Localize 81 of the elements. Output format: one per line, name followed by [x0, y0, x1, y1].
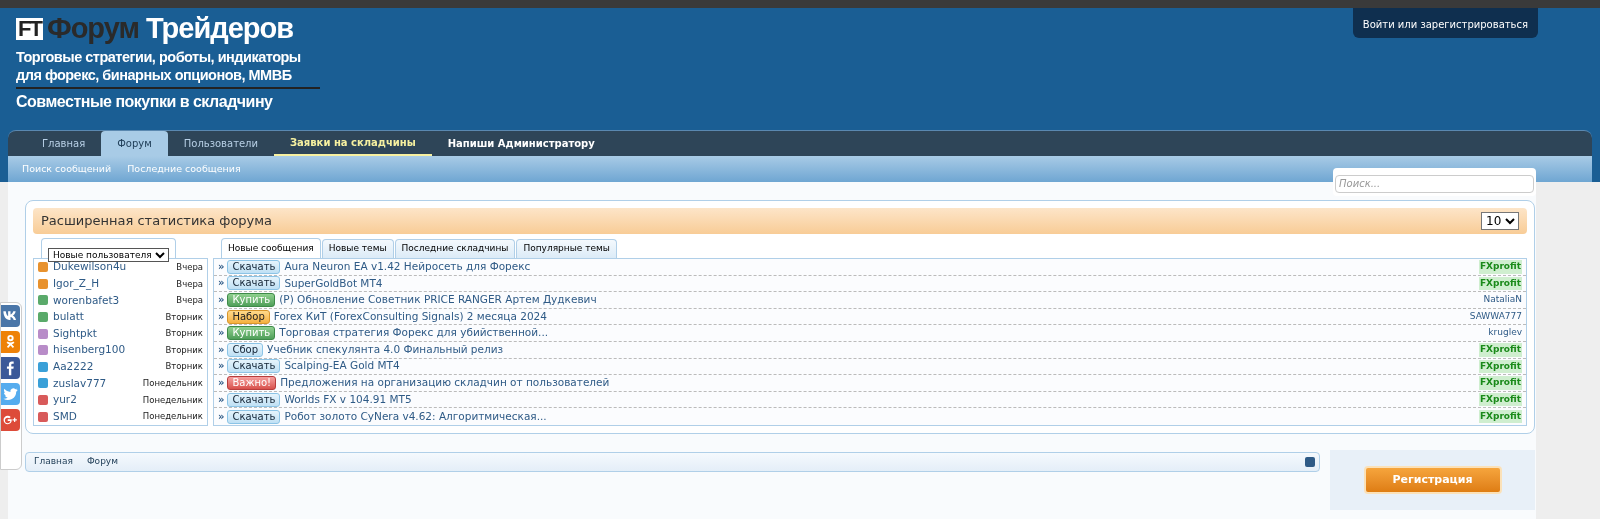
join-date: Вторник	[165, 327, 203, 341]
join-date: Вторник	[165, 360, 203, 374]
stats-tab[interactable]: Новые темы	[321, 239, 394, 258]
user-link[interactable]: Dukewilson4u	[53, 259, 172, 276]
user-link[interactable]: yur2	[53, 392, 138, 408]
double-chevron-icon: »	[218, 311, 225, 322]
double-chevron-icon: »	[218, 344, 225, 355]
logo-tagline: Торговые стратегии, роботы, индикаторы для форекс, бинарных опционов, ММВБ	[16, 48, 302, 84]
double-chevron-icon: »	[218, 261, 225, 272]
author-link[interactable]: FXprofit	[1478, 260, 1522, 274]
prefix-badge: Купить	[227, 293, 276, 307]
topic-link[interactable]: SuperGoldBot MT4	[284, 275, 1476, 292]
topic-link[interactable]: (P) Обновление Советник PRICE RANGER Артем Дудкевич	[279, 292, 1481, 308]
double-chevron-icon: »	[218, 278, 225, 289]
double-chevron-icon: »	[218, 295, 225, 305]
vk-icon[interactable]	[1, 305, 20, 327]
stats-tab[interactable]: Последние складчины	[394, 239, 516, 258]
topic-link[interactable]: Предложения на организацию складчин от пользователей	[280, 375, 1476, 391]
prefix-badge: Скачать	[227, 359, 281, 374]
prefix-badge: Важно!	[227, 375, 277, 390]
prefix-badge: Скачать	[227, 409, 281, 424]
topic-link[interactable]: Торговая стратегия Форекс для убийственной...	[279, 325, 1486, 342]
logo-slogan: Совместные покупки в складчину	[16, 92, 274, 112]
topic-link[interactable]: Учебник спекулянта 4.0 Финальный релиз	[267, 341, 1476, 358]
prefix-badge: Набор	[227, 309, 270, 324]
search-field[interactable]: Поиск...	[1335, 174, 1534, 193]
author-link[interactable]: SAWWA777	[1469, 309, 1522, 324]
double-chevron-icon: »	[218, 411, 225, 422]
prefix-badge: Купить	[227, 326, 276, 341]
user-link[interactable]: Aa2222	[53, 359, 161, 375]
logo-mark: FT	[16, 17, 43, 40]
topic-link[interactable]: Worlds FX v 104.91 MT5	[284, 391, 1476, 408]
double-chevron-icon: »	[218, 328, 225, 339]
user-link[interactable]: Sightpkt	[53, 325, 161, 342]
breadcrumb-link[interactable]: Форум	[86, 455, 118, 469]
join-date: Понедельник	[142, 377, 203, 390]
user-link[interactable]: Igor_Z_H	[53, 276, 172, 292]
topic-link[interactable]: Aura Neuron EA v1.42 Нейросеть для Форекс	[284, 258, 1476, 275]
prefix-badge: Скачать	[227, 276, 281, 291]
stats-tab[interactable]: Популярные темы	[516, 239, 617, 258]
nav-tab[interactable]: Главная	[26, 131, 102, 156]
topic-link[interactable]: Робот золото CyNera v4.62: Алгоритмическая...	[284, 408, 1476, 425]
join-date: Вторник	[165, 343, 203, 357]
user-link[interactable]: bulatt	[53, 309, 161, 325]
double-chevron-icon: »	[218, 394, 225, 405]
users-select[interactable]: Новые пользователя	[48, 248, 169, 262]
topic-link[interactable]: Scalping-EA Gold MT4	[284, 358, 1476, 375]
author-link[interactable]: NataliaN	[1483, 293, 1522, 307]
nav-tab[interactable]: Форум	[101, 131, 168, 156]
author-link[interactable]: FXprofit	[1478, 392, 1522, 407]
author-link[interactable]: FXprofit	[1478, 376, 1522, 390]
join-date: Вчера	[176, 260, 203, 274]
author-link[interactable]: FXprofit	[1478, 343, 1522, 357]
user-link[interactable]: worenbafet3	[53, 292, 172, 309]
join-date: Вчера	[176, 294, 203, 307]
nav-tab[interactable]: Напиши Администратору	[431, 131, 611, 156]
prefix-badge: Сбор	[227, 342, 264, 357]
breadcrumb-link[interactable]: Главная	[34, 455, 73, 469]
join-date: Понедельник	[142, 393, 203, 407]
join-date: Понедельник	[142, 410, 203, 423]
prefix-badge: Скачать	[227, 392, 281, 407]
logo-title: Форум Трейдеров	[46, 14, 294, 43]
join-date: Вчера	[176, 277, 203, 291]
nav-tab[interactable]: Пользователи	[167, 131, 274, 156]
user-link[interactable]: SMD	[53, 408, 138, 425]
author-link[interactable]: kruglev	[1488, 326, 1522, 340]
stats-tab[interactable]: Новые сообщения	[221, 238, 321, 258]
author-link[interactable]: FXprofit	[1478, 409, 1522, 424]
join-date: Вторник	[165, 310, 203, 324]
limit-select[interactable]: 10	[1481, 212, 1519, 230]
author-link[interactable]: FXprofit	[1478, 359, 1522, 374]
user-link[interactable]: hisenberg100	[53, 342, 161, 359]
author-link[interactable]: FXprofit	[1478, 276, 1522, 291]
double-chevron-icon: »	[218, 377, 225, 388]
user-link[interactable]: zuslav777	[53, 375, 138, 392]
panel-title: Расширенная статистика форума	[41, 212, 273, 231]
topic-link[interactable]: Forex КиТ (ForexConsulting Signals) 2 месяца 2024	[273, 308, 1467, 325]
double-chevron-icon: »	[218, 361, 225, 372]
google-plus-icon[interactable]	[1, 409, 20, 431]
prefix-badge: Скачать	[227, 259, 281, 274]
facebook-icon[interactable]	[1, 357, 20, 379]
